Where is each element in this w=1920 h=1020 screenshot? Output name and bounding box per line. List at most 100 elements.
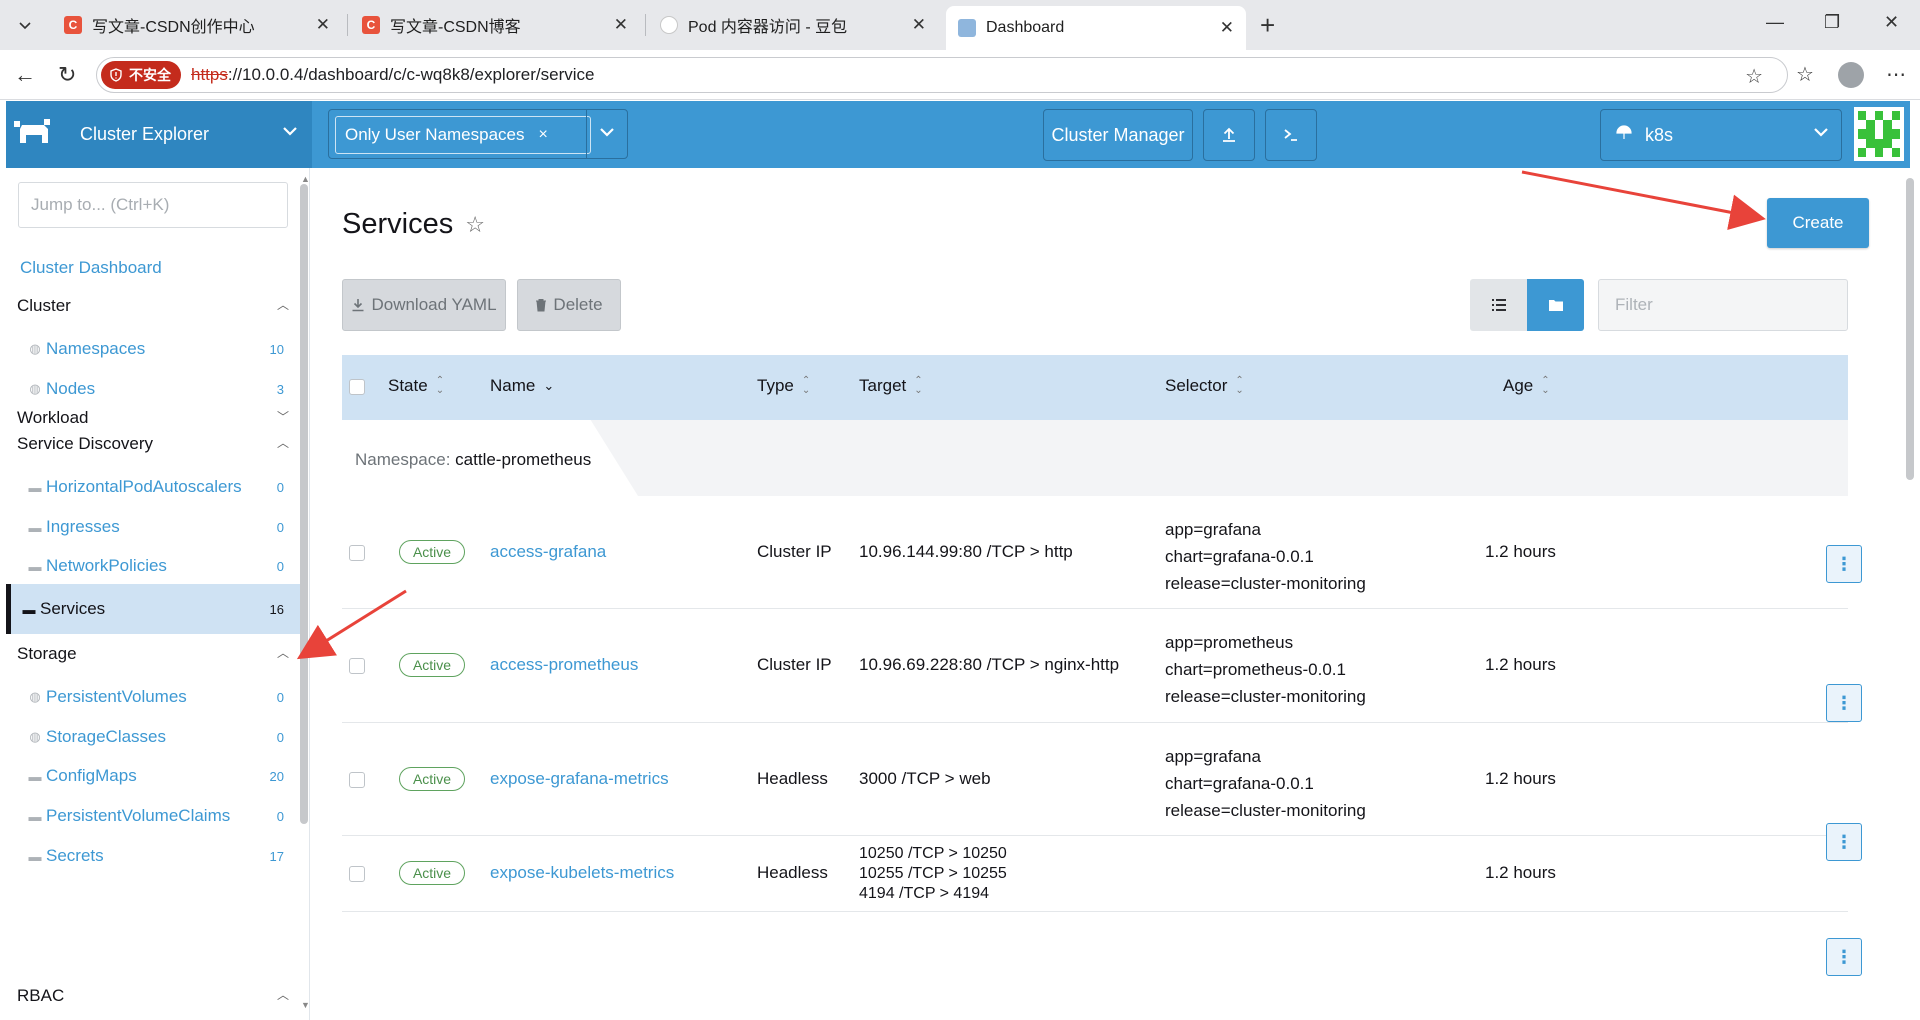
close-icon[interactable]: ✕ (316, 15, 330, 35)
sidebar-item-label: Namespaces (46, 339, 146, 358)
row-checkbox[interactable] (349, 545, 365, 561)
bookmark-star-icon[interactable]: ☆ (1745, 64, 1763, 89)
service-name-link[interactable]: expose-grafana-metrics (490, 765, 669, 792)
scroll-down-icon[interactable]: ▼ (301, 1000, 310, 1010)
table-row[interactable]: Active access-grafana Cluster IP 10.96.1… (342, 496, 1848, 609)
tab-separator (645, 14, 646, 36)
main-scrollbar[interactable] (1906, 178, 1914, 480)
nav-group-cluster[interactable]: Cluster ︿ (17, 296, 295, 316)
group-by-namespace-toggle[interactable] (1527, 279, 1584, 331)
download-yaml-button[interactable]: Download YAML (342, 279, 506, 331)
table-row[interactable]: Active expose-grafana-metrics Headless 3… (342, 723, 1848, 836)
service-age: 1.2 hours (1485, 769, 1556, 788)
sidebar-item-namespaces[interactable]: ◍ Namespaces 10 (12, 328, 294, 370)
row-actions-button[interactable]: ⋮ (1826, 545, 1862, 583)
user-avatar[interactable] (1854, 107, 1904, 161)
sidebar-item-pvc[interactable]: ▬ PersistentVolumeClaims 0 (12, 795, 294, 837)
sidebar-item-ingresses[interactable]: ▬ Ingresses 0 (12, 506, 294, 548)
column-header-target[interactable]: Target ⌃ ⌄ (859, 376, 923, 396)
sidebar-item-count: 0 (276, 479, 284, 495)
sidebar-item-count: 0 (276, 519, 284, 535)
service-name-link[interactable]: access-prometheus (490, 651, 638, 678)
row-actions-button[interactable]: ⋮ (1826, 823, 1862, 861)
window-close-icon[interactable]: ✕ (1884, 12, 1899, 33)
restore-icon[interactable]: ❐ (1824, 12, 1840, 33)
nav-group-storage[interactable]: Storage ︿ (17, 644, 295, 664)
sidebar-item-networkpolicies[interactable]: ▬ NetworkPolicies 0 (12, 545, 294, 587)
close-icon[interactable]: ✕ (912, 15, 926, 35)
column-header-name[interactable]: Name ⌄ (490, 376, 554, 396)
column-header-type[interactable]: Type ⌃ ⌄ (757, 376, 810, 396)
profile-avatar[interactable] (1838, 62, 1864, 88)
row-actions-button[interactable]: ⋮ (1826, 938, 1862, 976)
select-all-checkbox[interactable] (349, 379, 365, 395)
filter-input[interactable]: Filter (1598, 279, 1848, 331)
sidebar-item-label: HorizontalPodAutoscalers (46, 477, 242, 496)
upload-icon (1223, 127, 1235, 142)
nav-group-workload[interactable]: Workload ﹀ (17, 408, 295, 428)
column-header-age[interactable]: Age ⌃ ⌄ (1503, 376, 1550, 396)
close-icon[interactable]: ✕ (1220, 18, 1234, 38)
selector-label: app=grafana (1165, 747, 1261, 766)
sidebar-item-storageclasses[interactable]: ◍ StorageClasses 0 (12, 716, 294, 758)
more-menu-icon[interactable]: ⋯ (1886, 62, 1906, 87)
sidebar-scrollbar[interactable] (300, 184, 308, 824)
kubectl-shell-button[interactable] (1265, 109, 1317, 161)
cluster-manager-button[interactable]: Cluster Manager (1043, 109, 1193, 161)
browser-tab-active[interactable]: Dashboard ✕ (946, 6, 1246, 50)
table-row[interactable]: Active expose-kubelets-metrics Headless … (342, 836, 1848, 912)
sidebar-item-hpa[interactable]: ▬ HorizontalPodAutoscalers 0 (12, 466, 294, 508)
service-name-link[interactable]: expose-kubelets-metrics (490, 859, 674, 886)
row-checkbox[interactable] (349, 866, 365, 882)
new-tab-button[interactable]: + (1260, 10, 1275, 40)
import-yaml-button[interactable] (1203, 109, 1255, 161)
browser-tab[interactable]: C 写文章-CSDN创作中心 ✕ (52, 6, 342, 44)
chevron-down-icon[interactable] (599, 124, 615, 145)
url-field[interactable]: 不安全 https://10.0.0.4/dashboard/c/c-wq8k8… (96, 57, 1788, 93)
sidebar-item-nodes[interactable]: ◍ Nodes 3 (12, 368, 294, 410)
scroll-up-icon[interactable]: ▲ (301, 174, 310, 184)
flat-list-toggle[interactable] (1470, 279, 1527, 331)
view-toggle (1470, 279, 1584, 331)
sidebar-item-count: 3 (276, 381, 284, 397)
table-row[interactable]: Active access-prometheus Cluster IP 10.9… (342, 609, 1848, 723)
sort-icon: ⌃ ⌄ (914, 375, 923, 396)
insecure-badge[interactable]: 不安全 (101, 61, 181, 89)
column-header-state[interactable]: State ⌃ ⌄ (388, 376, 444, 396)
minimize-icon[interactable]: — (1766, 12, 1784, 33)
sidebar-item-secrets[interactable]: ▬ Secrets 17 (12, 835, 294, 877)
delete-button[interactable]: Delete (517, 279, 621, 331)
sidebar-item-services[interactable]: ▬ Services 16 (6, 584, 300, 634)
back-icon[interactable]: ← (14, 62, 36, 88)
browser-tab[interactable]: C 写文章-CSDN博客 ✕ (350, 6, 640, 44)
cluster-selector[interactable]: k8s (1600, 109, 1842, 161)
remove-chip-icon[interactable]: × (539, 126, 548, 144)
row-checkbox[interactable] (349, 658, 365, 674)
sort-desc-icon: ⌄ (543, 378, 555, 393)
reload-icon[interactable]: ↻ (58, 62, 76, 88)
tab-list-button[interactable] (8, 8, 42, 42)
nav-group-service-discovery[interactable]: Service Discovery ︿ (17, 434, 295, 454)
service-type: Cluster IP (757, 542, 832, 561)
browser-tab-bar: C 写文章-CSDN创作中心 ✕ C 写文章-CSDN博客 ✕ Pod 内容器访… (0, 0, 1920, 50)
globe-icon: ◍ (29, 729, 41, 744)
download-icon (352, 299, 364, 312)
favorite-star-icon[interactable]: ☆ (465, 212, 485, 238)
delete-label: Delete (553, 295, 603, 314)
cluster-dashboard-link[interactable]: Cluster Dashboard (20, 258, 162, 278)
browser-tab[interactable]: Pod 内容器访问 - 豆包 ✕ (648, 6, 938, 44)
row-checkbox[interactable] (349, 772, 365, 788)
namespace-filter[interactable]: Only User Namespaces × (328, 109, 628, 159)
product-switcher[interactable]: Cluster Explorer (6, 101, 312, 168)
jump-to-search[interactable]: Jump to... (Ctrl+K) (18, 182, 288, 228)
favorites-icon[interactable]: ☆ (1796, 62, 1814, 87)
nav-group-rbac[interactable]: RBAC ︿ (17, 986, 295, 1006)
sidebar-item-persistentvolumes[interactable]: ◍ PersistentVolumes 0 (12, 676, 294, 718)
close-icon[interactable]: ✕ (614, 15, 628, 35)
sidebar-item-configmaps[interactable]: ▬ ConfigMaps 20 (12, 755, 294, 797)
column-header-label: Target (859, 376, 907, 395)
service-name-link[interactable]: access-grafana (490, 538, 606, 565)
row-actions-button[interactable]: ⋮ (1826, 684, 1862, 722)
create-button[interactable]: Create (1767, 198, 1869, 248)
column-header-selector[interactable]: Selector ⌃ ⌄ (1165, 376, 1244, 396)
